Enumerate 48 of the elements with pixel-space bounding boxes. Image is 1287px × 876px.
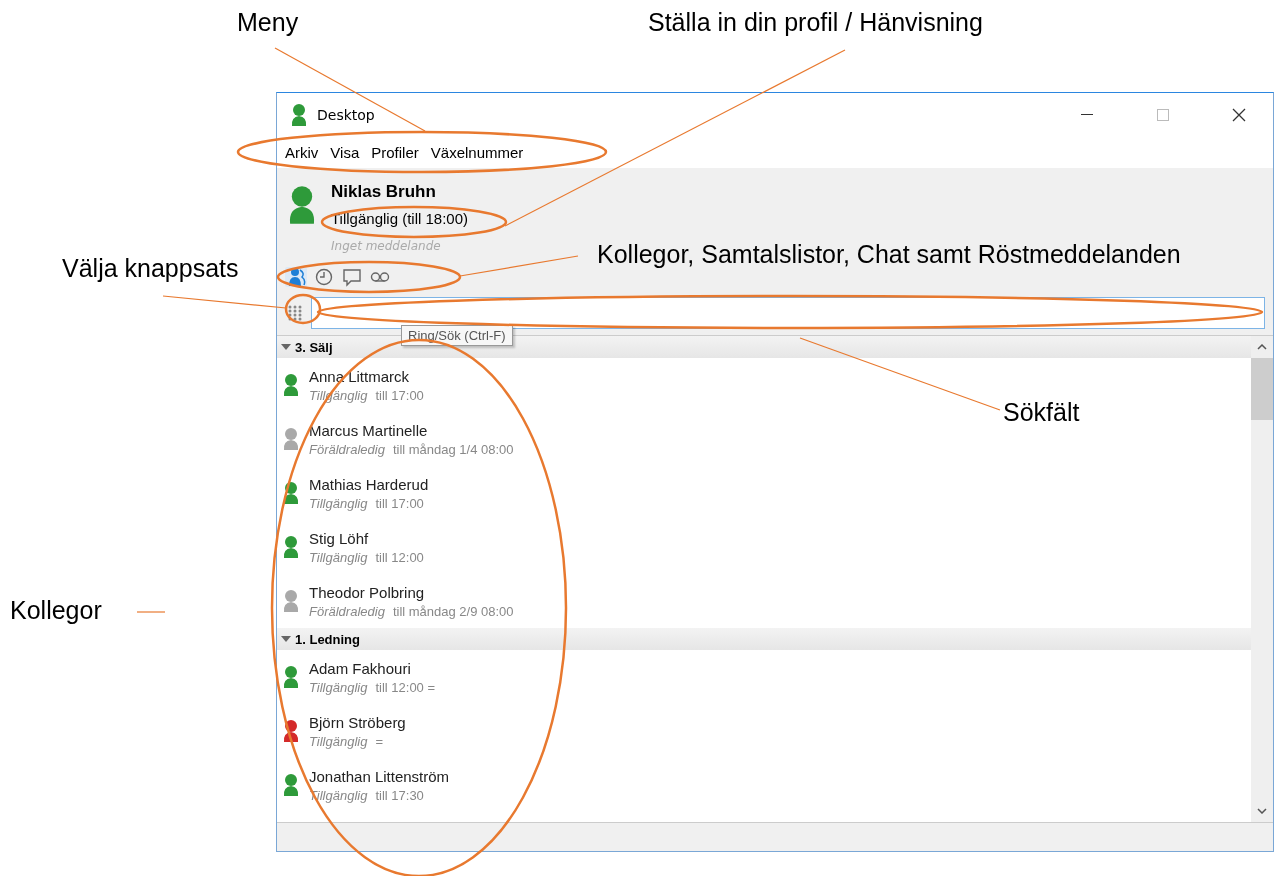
menu-item[interactable]: Profiler bbox=[365, 143, 425, 161]
contact-name[interactable]: Stig Löhf bbox=[309, 529, 424, 547]
chat-tab[interactable] bbox=[341, 267, 363, 287]
profile-status[interactable]: Tillgänglig (till 18:00) bbox=[331, 210, 468, 227]
contact-name[interactable]: Jonathan Littenström bbox=[309, 767, 450, 785]
contact-note: till 12:00 = bbox=[375, 679, 436, 695]
group-header[interactable]: 1. Ledning bbox=[277, 628, 1251, 650]
contact-note: till 17:00 bbox=[375, 495, 424, 511]
close-icon[interactable] bbox=[1232, 107, 1246, 122]
menu-item[interactable]: Visa bbox=[324, 143, 366, 161]
contact-status: Föräldraledig bbox=[309, 441, 385, 457]
contact-name[interactable]: Adam Fakhouri bbox=[309, 659, 436, 677]
contact-status: Tillgänglig bbox=[309, 733, 368, 749]
contact-status: Tillgänglig bbox=[309, 549, 368, 565]
annotation-label: Sökfält bbox=[1003, 398, 1080, 427]
scrollbar-thumb[interactable] bbox=[1251, 358, 1273, 420]
minimize-icon[interactable] bbox=[1081, 113, 1093, 116]
profile-name: Niklas Bruhn bbox=[331, 182, 437, 202]
menu-item[interactable]: Arkiv bbox=[279, 143, 325, 161]
annotation-label: Meny bbox=[237, 8, 299, 37]
annotation-label: Välja knappsats bbox=[62, 254, 239, 283]
chevron-down-icon[interactable] bbox=[1257, 808, 1267, 814]
annotation-label: Ställa in din profil / Hänvisning bbox=[648, 8, 983, 37]
contact-name[interactable]: Björn Ströberg bbox=[309, 713, 406, 731]
contact-note: till måndag 1/4 08:00 bbox=[392, 441, 514, 457]
contact-note: till måndag 2/9 08:00 bbox=[392, 603, 514, 619]
contact-status: Föräldraledig bbox=[309, 603, 385, 619]
menu-item[interactable]: Växelnummer bbox=[424, 143, 530, 161]
tooltip: Ring/Sök (Ctrl-F) bbox=[401, 325, 513, 346]
contact-name[interactable]: Mathias Harderud bbox=[309, 475, 429, 493]
contact-note: till 12:00 bbox=[375, 549, 424, 565]
contact-status: Tillgänglig bbox=[309, 495, 368, 511]
scrollbar[interactable] bbox=[1251, 336, 1273, 822]
annotation-label: Kollegor, Samtalslistor, Chat samt Röstmeddelanden bbox=[597, 240, 1181, 269]
contact-name[interactable]: Theodor Polbring bbox=[309, 583, 514, 601]
contact-name[interactable]: Marcus Martinelle bbox=[309, 421, 514, 439]
caret-icon[interactable] bbox=[280, 635, 292, 643]
caret-icon[interactable] bbox=[280, 343, 292, 351]
history-tab[interactable] bbox=[313, 267, 335, 287]
contact-note: till 17:00 bbox=[375, 387, 424, 403]
contact-status: Tillgänglig bbox=[309, 679, 368, 695]
chevron-up-icon[interactable] bbox=[1257, 344, 1267, 350]
contact-note: = bbox=[375, 733, 383, 749]
contact-note: till 17:30 bbox=[375, 787, 424, 803]
annotation-label: Kollegor bbox=[10, 596, 102, 625]
leader-line bbox=[136, 611, 166, 613]
person-logo-icon bbox=[289, 102, 309, 127]
window-title: Desktop bbox=[317, 106, 376, 123]
